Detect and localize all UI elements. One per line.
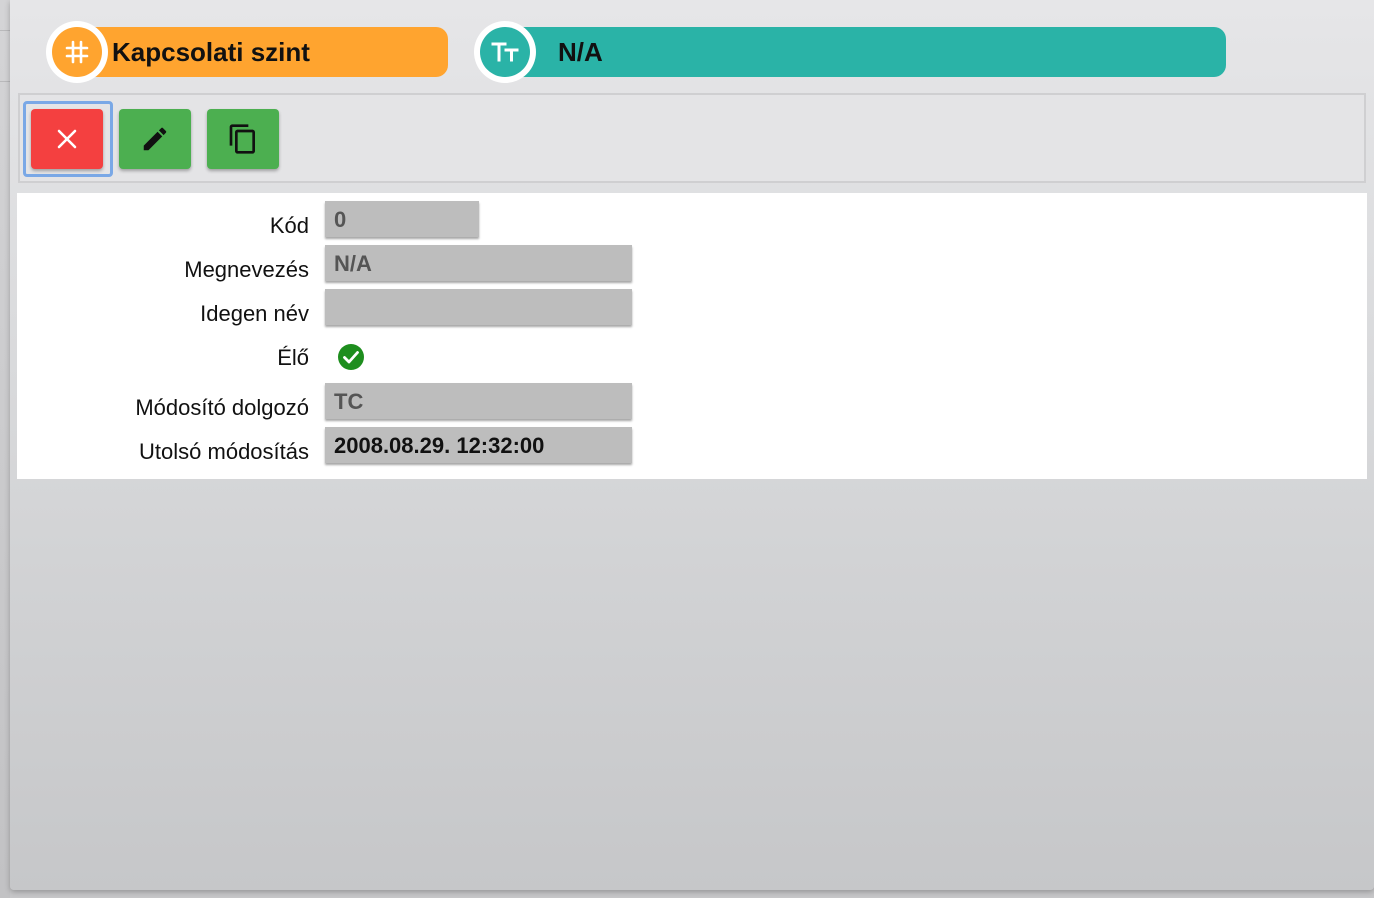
modosito-field[interactable]: TC: [325, 383, 632, 419]
modosito-label: Módosító dolgozó: [135, 395, 309, 420]
backdrop: [0, 0, 10, 898]
form-row-megnevezes: Megnevezés N/A: [17, 237, 1367, 282]
record-form: Kód 0 Megnevezés N/A Idegen név Élő Módo…: [17, 193, 1367, 479]
name-pill-label: N/A: [558, 36, 603, 67]
form-row-idegen-nev: Idegen név: [17, 281, 1367, 326]
idegen-nev-label: Idegen név: [200, 301, 309, 326]
utolso-field[interactable]: 2008.08.29. 12:32:00: [325, 427, 632, 463]
category-pill-label: Kapcsolati szint: [112, 36, 310, 67]
close-button[interactable]: [31, 109, 103, 169]
name-pill-badge: [474, 21, 536, 83]
name-pill: N/A: [474, 21, 1226, 83]
elo-label: Élő: [277, 345, 309, 370]
megnevezes-label: Megnevezés: [184, 257, 309, 282]
utolso-label: Utolsó módosítás: [139, 439, 309, 464]
copy-icon: [229, 124, 255, 154]
category-pill: Kapcsolati szint: [46, 21, 448, 83]
text-type-icon: [480, 27, 530, 77]
kod-field[interactable]: 0: [325, 201, 479, 237]
close-icon: [57, 129, 77, 149]
idegen-nev-field[interactable]: [325, 289, 632, 325]
hash-icon: [52, 27, 102, 77]
edit-button[interactable]: [119, 109, 191, 169]
action-toolbar: [18, 93, 1366, 183]
form-row-utolso: Utolsó módosítás 2008.08.29. 12:32:00: [17, 419, 1367, 464]
check-circle-icon[interactable]: [337, 343, 365, 371]
copy-button[interactable]: [207, 109, 279, 169]
backdrop-stripe: [0, 30, 10, 82]
record-dialog: Kapcsolati szint N/A Kód 0 Megnevezés N/…: [10, 0, 1374, 890]
form-row-elo: Élő: [17, 325, 1367, 370]
pencil-icon: [143, 127, 167, 151]
megnevezes-field[interactable]: N/A: [325, 245, 632, 281]
form-row-kod: Kód 0: [17, 193, 1367, 238]
category-pill-badge: [46, 21, 108, 83]
form-row-modosito: Módosító dolgozó TC: [17, 375, 1367, 420]
kod-label: Kód: [269, 213, 309, 238]
